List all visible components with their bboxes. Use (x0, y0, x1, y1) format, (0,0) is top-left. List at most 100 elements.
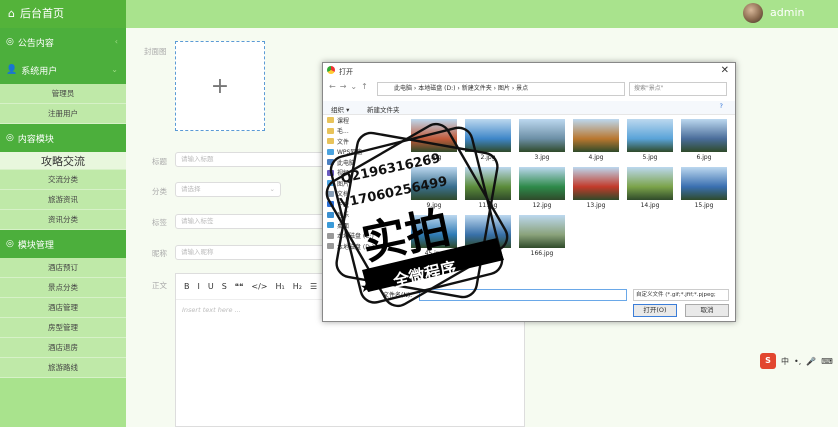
quote-button[interactable]: ❝❝ (235, 282, 244, 291)
tag-input[interactable]: 请输入标签 (175, 214, 325, 229)
strike-button[interactable]: S (222, 282, 227, 291)
sidebar-section-users[interactable]: 👤 系统用户 ⌄ (0, 56, 126, 84)
image-preview (411, 167, 457, 200)
home-icon: ⌂ (8, 7, 15, 20)
tag-label: 标签 (152, 218, 167, 227)
file-thumbnail[interactable]: 4.jpg (573, 119, 619, 163)
file-thumbnail[interactable]: 166.jpg (519, 215, 565, 259)
sidebar-section-modules[interactable]: ◎ 模块管理 (0, 230, 126, 258)
category-select[interactable]: 请选择 ⌄ (175, 182, 281, 197)
plus-icon: + (210, 73, 230, 99)
tree-item[interactable]: 文档 (327, 189, 405, 200)
tree-item[interactable]: 本地磁盘 (C:) (327, 231, 405, 242)
sidebar-item-room-type[interactable]: 房型管理 (0, 318, 126, 338)
chevron-icon: ‹ (114, 37, 118, 46)
tree-item[interactable]: 音乐 (327, 210, 405, 221)
organize-button[interactable]: 组织 ▾ (331, 104, 349, 114)
file-thumbnail[interactable]: 14.jpg (627, 167, 673, 211)
sidebar-item-hotel-booking[interactable]: 酒店预订 (0, 258, 126, 278)
tree-item[interactable]: WPS网盘 (327, 147, 405, 158)
nav-arrows[interactable]: ←→⌄↑ (329, 82, 372, 91)
sidebar-item-hotel-manage[interactable]: 酒店管理 (0, 298, 126, 318)
file-thumbnail[interactable]: 2.jpg (465, 119, 511, 163)
image-preview (465, 167, 511, 200)
tree-item[interactable]: 毛... (327, 126, 405, 137)
ime-mode[interactable]: 中 (781, 356, 789, 367)
punct-icon[interactable]: •, (794, 357, 801, 366)
tree-item[interactable]: 课程 (327, 115, 405, 126)
sidebar-item-news-category[interactable]: 资讯分类 (0, 210, 126, 230)
file-thumbnail[interactable]: 15.jpg (681, 167, 727, 211)
command-bar: 组织 ▾ 新建文件夹 ? (323, 101, 735, 115)
cover-label: 封面图 (144, 47, 167, 56)
file-thumbnail[interactable]: 11.jpg (465, 167, 511, 211)
file-thumbnail[interactable]: 6.jpg (681, 119, 727, 163)
list-button[interactable]: ☰ (310, 282, 317, 291)
sidebar-item-guides[interactable]: 攻略交流 (0, 152, 126, 170)
filename-input[interactable] (419, 289, 627, 301)
user-name[interactable]: admin (770, 0, 804, 26)
avatar[interactable] (743, 3, 763, 23)
open-button[interactable]: 打开(O) (633, 304, 677, 317)
image-preview (519, 215, 565, 248)
sidebar-item-registered-users[interactable]: 注册用户 (0, 104, 126, 124)
nick-input[interactable]: 请输入昵称 (175, 245, 325, 260)
file-thumbnail[interactable]: 1.jpg (411, 119, 457, 163)
file-thumbnail[interactable]: 5.jpg (627, 119, 673, 163)
file-thumbnail[interactable]: 13.jpg (573, 167, 619, 211)
image-preview (573, 119, 619, 152)
cover-upload[interactable]: + (175, 41, 265, 131)
image-preview (465, 215, 511, 248)
h1-button[interactable]: H₁ (276, 282, 285, 291)
home-link[interactable]: ⌂ 后台首页 (0, 0, 126, 28)
help-icon[interactable]: ? (720, 102, 723, 110)
top-bar: ⌂ 后台首页 admin (0, 0, 838, 28)
sidebar-item-exchange-category[interactable]: 交流分类 (0, 170, 126, 190)
tree-item[interactable]: 文件 (327, 136, 405, 147)
h2-button[interactable]: H₂ (293, 282, 302, 291)
chrome-icon (327, 66, 335, 74)
filetype-select[interactable]: 自定义文件 (*.gif;*.jfif;*.pjpeg; (633, 289, 729, 301)
underline-button[interactable]: U (208, 282, 214, 291)
tree-item[interactable]: 视频 (327, 168, 405, 179)
ime-toolbar[interactable]: S 中 •, 🎤 ⌨ ⠿ (760, 352, 838, 370)
file-thumbnail[interactable]: 3.jpg (519, 119, 565, 163)
chevron-down-icon: ⌄ (269, 185, 275, 193)
sidebar-item-checkout[interactable]: 酒店退房 (0, 338, 126, 358)
sidebar-item-travel-news[interactable]: 旅游资讯 (0, 190, 126, 210)
tree-item[interactable]: 下载 (327, 199, 405, 210)
tree-item[interactable]: 本地磁盘 (D:) (327, 241, 405, 252)
search-input[interactable]: 搜索"景点" (629, 82, 727, 96)
code-button[interactable]: </> (251, 282, 267, 291)
sidebar-item-admin[interactable]: 管理员 (0, 84, 126, 104)
image-preview (681, 119, 727, 152)
address-bar[interactable]: 此电脑 › 本地磁盘 (D:) › 新建文件夹 › 图片 › 景点 (377, 82, 625, 96)
close-icon[interactable]: ✕ (721, 65, 729, 76)
module-icon: ◎ (6, 239, 14, 249)
content-icon: ◎ (6, 133, 14, 143)
sidebar: ◎ 公告内容 ‹ 👤 系统用户 ⌄ 管理员 注册用户 ◎ 内容模块 攻略交流 交… (0, 28, 126, 427)
tree-item[interactable]: 图片 (327, 178, 405, 189)
file-thumbnail[interactable]: 12.jpg (519, 167, 565, 211)
file-name: 11.jpg (478, 202, 498, 209)
file-thumbnail[interactable]: 45.jpg (411, 215, 457, 259)
file-name: 2.jpg (480, 154, 496, 161)
file-thumbnail[interactable]: 9.jpg (411, 167, 457, 211)
tree-item[interactable]: 此电脑 (327, 157, 405, 168)
title-input[interactable]: 请输入标题 (175, 152, 325, 167)
mic-icon[interactable]: 🎤 (806, 357, 816, 366)
sogou-icon[interactable]: S (760, 353, 776, 369)
keyboard-icon[interactable]: ⌨ (821, 357, 833, 366)
sidebar-item-scenic-category[interactable]: 景点分类 (0, 278, 126, 298)
file-name: 3.jpg (534, 154, 550, 161)
sidebar-section-content[interactable]: ◎ 内容模块 (0, 124, 126, 152)
cancel-button[interactable]: 取消 (685, 304, 729, 317)
file-name: 5.jpg (642, 154, 658, 161)
tree-item[interactable]: 桌面 (327, 220, 405, 231)
new-folder-button[interactable]: 新建文件夹 (367, 104, 400, 114)
file-thumbnail[interactable]: 65.jpg (465, 215, 511, 259)
sidebar-item-routes[interactable]: 旅游路线 (0, 358, 126, 378)
italic-button[interactable]: I (198, 282, 200, 291)
sidebar-section-notice[interactable]: ◎ 公告内容 ‹ (0, 28, 126, 56)
bold-button[interactable]: B (184, 282, 190, 291)
